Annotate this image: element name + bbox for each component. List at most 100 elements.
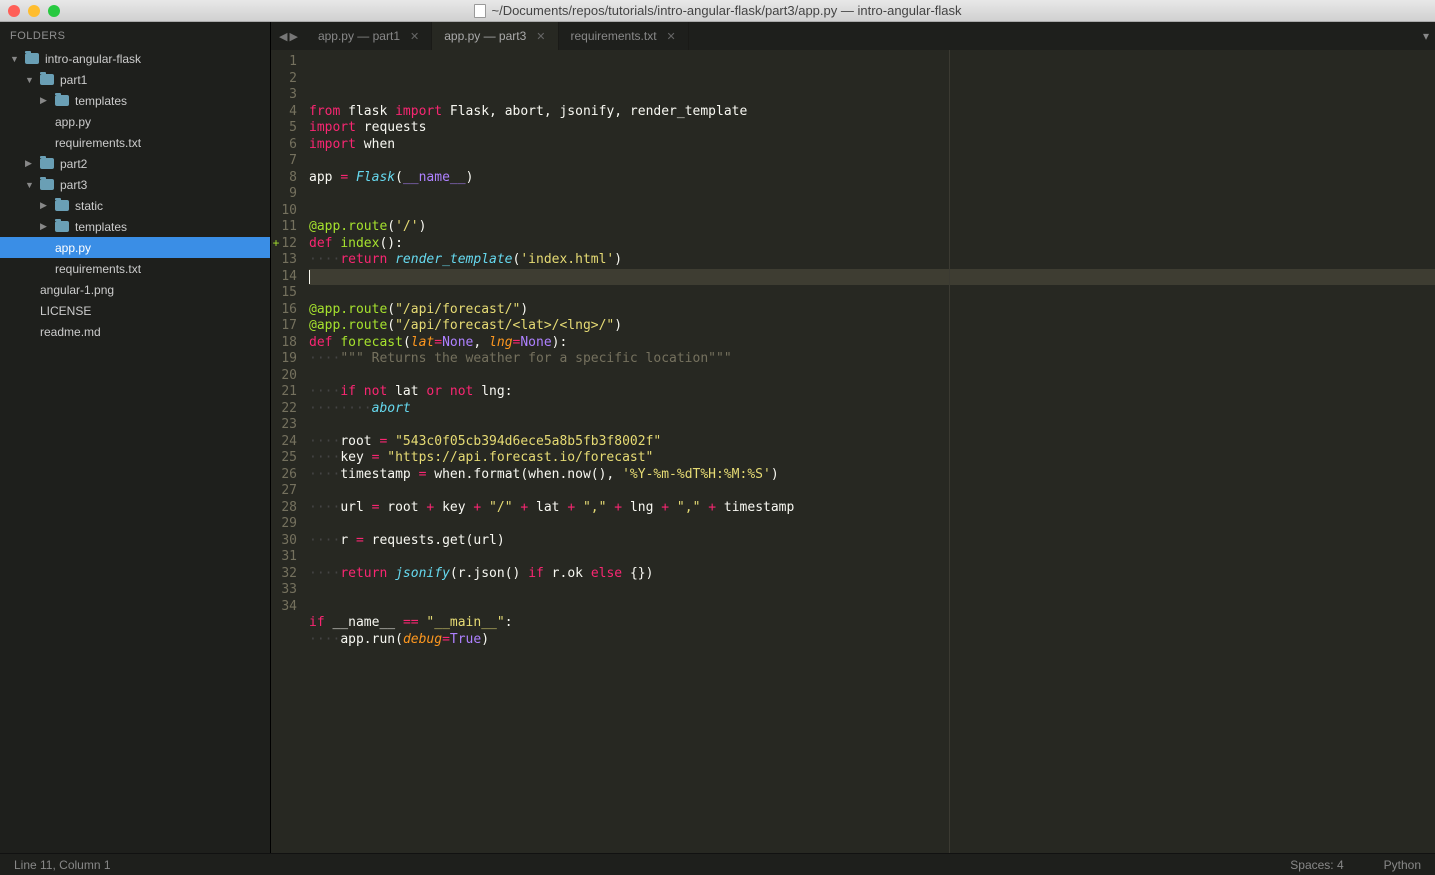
tab-history-forward-icon[interactable]: ▶: [289, 30, 297, 43]
file-tree[interactable]: ▼ intro-angular-flask ▼ part1 ▶ templates app.…: [0, 48, 270, 853]
code-line[interactable]: ····app.run(debug=True): [309, 632, 1435, 649]
tab-close-icon[interactable]: ✕: [410, 30, 419, 43]
code-line[interactable]: [309, 516, 1435, 533]
file-item[interactable]: requirements.txt: [0, 132, 270, 153]
code-line[interactable]: def forecast(lat=None, lng=None):: [309, 335, 1435, 352]
code-line[interactable]: ····timestamp = when.format(when.now(), …: [309, 467, 1435, 484]
code-line[interactable]: @app.route("/api/forecast/"): [309, 302, 1435, 319]
code-line[interactable]: [309, 417, 1435, 434]
folder-icon: [55, 200, 69, 211]
tree-item-label: templates: [75, 220, 127, 234]
file-item[interactable]: readme.md: [0, 321, 270, 342]
tab-label: app.py — part1: [318, 29, 400, 43]
statusbar: Line 11, Column 1 Spaces: 4 Python: [0, 853, 1435, 875]
tab-nav-arrows: ◀ ▶: [271, 22, 306, 50]
editor-tab[interactable]: app.py — part3 ✕: [432, 22, 558, 50]
code-line[interactable]: ····if not lat or not lng:: [309, 384, 1435, 401]
code-line[interactable]: [309, 483, 1435, 500]
code-line[interactable]: ····return jsonify(r.json() if r.ok else…: [309, 566, 1435, 583]
code-line[interactable]: [309, 153, 1435, 170]
disclosure-arrow-icon[interactable]: ▼: [25, 180, 34, 190]
code-line[interactable]: [309, 285, 1435, 302]
folder-icon: [40, 74, 54, 85]
tree-item-label: requirements.txt: [55, 136, 141, 150]
folder-item[interactable]: ▶ templates: [0, 90, 270, 111]
code-line[interactable]: from flask import Flask, abort, jsonify,…: [309, 104, 1435, 121]
tab-label: app.py — part3: [444, 29, 526, 43]
code-line[interactable]: ····root = "543c0f05cb394d6ece5a8b5fb3f8…: [309, 434, 1435, 451]
editor-tab[interactable]: app.py — part1 ✕: [306, 22, 432, 50]
folder-item[interactable]: ▶ templates: [0, 216, 270, 237]
text-cursor: [309, 270, 310, 284]
tree-item-label: angular-1.png: [40, 283, 114, 297]
code-line[interactable]: import requests: [309, 120, 1435, 137]
status-indent[interactable]: Spaces: 4: [1290, 858, 1343, 872]
editor-area: ◀ ▶ app.py — part1✕app.py — part3✕requir…: [271, 22, 1435, 853]
tab-history-back-icon[interactable]: ◀: [279, 30, 287, 43]
disclosure-arrow-icon[interactable]: ▼: [10, 54, 19, 64]
tree-item-label: templates: [75, 94, 127, 108]
status-language[interactable]: Python: [1384, 858, 1421, 872]
folder-item[interactable]: ▼ part1: [0, 69, 270, 90]
code-line[interactable]: ····return render_template('index.html'): [309, 252, 1435, 269]
file-item[interactable]: requirements.txt: [0, 258, 270, 279]
disclosure-arrow-icon[interactable]: ▶: [40, 95, 49, 106]
code-line[interactable]: [309, 203, 1435, 220]
code-line[interactable]: ····url = root + key + "/" + lat + "," +…: [309, 500, 1435, 517]
window-title: ~/Documents/repos/tutorials/intro-angula…: [473, 3, 961, 18]
code-line[interactable]: ····r = requests.get(url): [309, 533, 1435, 550]
code-line[interactable]: if __name__ == "__main__":: [309, 615, 1435, 632]
tree-item-label: static: [75, 199, 103, 213]
folder-item[interactable]: ▶ static: [0, 195, 270, 216]
file-icon: [473, 4, 485, 18]
disclosure-arrow-icon[interactable]: ▶: [40, 221, 49, 232]
folder-item[interactable]: ▶part2: [0, 153, 270, 174]
editor-tab[interactable]: requirements.txt✕: [559, 22, 689, 50]
folder-icon: [40, 179, 54, 190]
code-editor[interactable]: from flask import Flask, abort, jsonify,…: [303, 50, 1435, 853]
tab-bar: ◀ ▶ app.py — part1✕app.py — part3✕requir…: [271, 22, 1435, 50]
tab-close-icon[interactable]: ✕: [667, 30, 676, 43]
code-area[interactable]: 1234567891011121314151617181920212223242…: [271, 50, 1435, 853]
window-titlebar: ~/Documents/repos/tutorials/intro-angula…: [0, 0, 1435, 22]
disclosure-arrow-icon[interactable]: ▼: [25, 75, 34, 85]
tab-overflow-icon[interactable]: ▾: [1417, 22, 1435, 50]
column-ruler: [949, 50, 950, 853]
code-line[interactable]: ····""" Returns the weather for a specif…: [309, 351, 1435, 368]
folder-item[interactable]: ▼ intro-angular-flask: [0, 48, 270, 69]
code-line[interactable]: ····key = "https://api.forecast.io/forec…: [309, 450, 1435, 467]
disclosure-arrow-icon[interactable]: ▶: [40, 200, 49, 211]
traffic-lights: [0, 5, 60, 17]
window-close-button[interactable]: [8, 5, 20, 17]
code-line[interactable]: [309, 368, 1435, 385]
file-item[interactable]: app.py: [0, 111, 270, 132]
code-line[interactable]: import when: [309, 137, 1435, 154]
folder-icon: [55, 221, 69, 232]
tree-item-label: app.py: [55, 241, 91, 255]
code-line[interactable]: def index():: [309, 236, 1435, 253]
code-line[interactable]: @app.route('/'): [309, 219, 1435, 236]
folder-icon: [40, 158, 54, 169]
code-line[interactable]: [309, 582, 1435, 599]
code-line[interactable]: [309, 269, 1435, 286]
code-line[interactable]: app = Flask(__name__): [309, 170, 1435, 187]
code-line[interactable]: [309, 599, 1435, 616]
file-item[interactable]: angular-1.png: [0, 279, 270, 300]
code-line[interactable]: [309, 549, 1435, 566]
code-line[interactable]: ········abort: [309, 401, 1435, 418]
window-minimize-button[interactable]: [28, 5, 40, 17]
disclosure-arrow-icon[interactable]: ▶: [25, 158, 34, 169]
folder-item[interactable]: ▼part3: [0, 174, 270, 195]
file-item[interactable]: app.py: [0, 237, 270, 258]
tree-item-label: intro-angular-flask: [45, 52, 141, 66]
tree-item-label: part1: [60, 73, 87, 87]
tab-close-icon[interactable]: ✕: [536, 30, 545, 43]
status-cursor-position[interactable]: Line 11, Column 1: [14, 858, 111, 872]
code-line[interactable]: [309, 648, 1435, 665]
tree-item-label: LICENSE: [40, 304, 91, 318]
code-line[interactable]: @app.route("/api/forecast/<lat>/<lng>/"): [309, 318, 1435, 335]
window-maximize-button[interactable]: [48, 5, 60, 17]
code-line[interactable]: [309, 186, 1435, 203]
file-item[interactable]: LICENSE: [0, 300, 270, 321]
tree-item-label: requirements.txt: [55, 262, 141, 276]
